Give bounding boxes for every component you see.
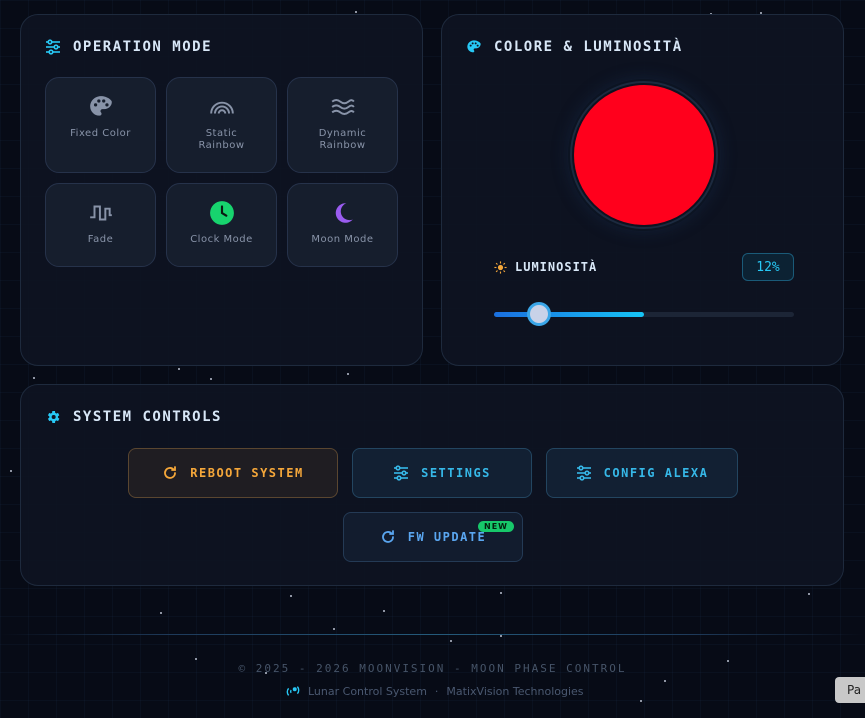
system-controls-title: SYSTEM CONTROLS (45, 409, 222, 425)
star (333, 628, 335, 630)
gear-icon (47, 411, 60, 423)
satellite-icon (286, 686, 300, 696)
new-badge: NEW (478, 521, 514, 532)
operation-mode-title-text: OPERATION MODE (73, 39, 213, 55)
config-alexa-button[interactable]: CONFIG ALEXA (546, 448, 738, 498)
mode-label: Moon Mode (311, 234, 374, 245)
star (355, 11, 357, 13)
system-controls-title-text: SYSTEM CONTROLS (73, 409, 222, 425)
mode-label: Static Rainbow (198, 128, 245, 151)
mode-label: Fade (87, 234, 114, 245)
operation-mode-title: OPERATION MODE (45, 39, 212, 55)
reboot-system-button[interactable]: REBOOT SYSTEM (128, 448, 338, 498)
reload-icon (164, 466, 177, 479)
copyright-text: © 2025 - 2026 MOONVISION - MOON PHASE CO… (238, 662, 627, 675)
clock-icon (209, 201, 234, 225)
color-brightness-title: COLORE & LUMINOSITÀ (466, 39, 683, 55)
brightness-slider-fill (494, 312, 644, 317)
rainbow-icon (209, 101, 234, 114)
star (808, 593, 810, 595)
company-name: MatixVision Technologies (446, 684, 584, 698)
star (664, 680, 666, 682)
mode-dynamic-rainbow[interactable]: Dynamic Rainbow (287, 77, 398, 173)
mode-label: Fixed Color (70, 128, 131, 139)
reload-icon (381, 530, 394, 543)
side-tab[interactable]: Pa (835, 677, 865, 703)
star (33, 377, 35, 379)
footer-divider (0, 634, 865, 635)
sliders-icon (46, 39, 60, 55)
star (10, 470, 12, 472)
color-picker[interactable] (570, 81, 718, 229)
mode-fixed-color[interactable]: Fixed Color (45, 77, 156, 173)
config-alexa-label: CONFIG ALEXA (603, 466, 709, 480)
mode-clock[interactable]: Clock Mode (166, 183, 277, 267)
operation-mode-card: OPERATION MODE Fixed Color Static Rainbo… (20, 14, 423, 366)
mode-fade[interactable]: Fade (45, 183, 156, 267)
mode-label: Dynamic Rainbow (318, 128, 367, 151)
moon-icon (335, 203, 353, 223)
system-name: Lunar Control System (308, 684, 427, 698)
brightness-label: LUMINOSITÀ (494, 260, 597, 274)
current-color-swatch[interactable] (574, 85, 714, 225)
settings-button[interactable]: SETTINGS (352, 448, 532, 498)
fw-update-button[interactable]: FW UPDATE NEW (343, 512, 523, 562)
sun-icon (494, 260, 507, 274)
waves-icon (331, 98, 355, 116)
settings-label: SETTINGS (421, 466, 491, 480)
star (500, 592, 502, 594)
star (210, 378, 212, 380)
star (500, 635, 502, 637)
star (450, 640, 452, 642)
credits-separator: · (434, 684, 439, 698)
palette-icon (89, 96, 112, 116)
star (160, 612, 162, 614)
color-brightness-title-text: COLORE & LUMINOSITÀ (494, 39, 683, 55)
brightness-slider[interactable] (494, 302, 794, 326)
star (290, 595, 292, 597)
color-brightness-card: COLORE & LUMINOSITÀ LUMINOSITÀ 12% (441, 14, 844, 366)
mode-static-rainbow[interactable]: Static Rainbow (166, 77, 277, 173)
system-controls-card: SYSTEM CONTROLS REBOOT SYSTEM SETTINGS C… (20, 384, 844, 586)
brightness-slider-thumb[interactable] (527, 302, 551, 326)
brightness-value: 12% (742, 253, 794, 281)
star (178, 368, 180, 370)
fw-update-label: FW UPDATE (407, 530, 487, 544)
mode-moon[interactable]: Moon Mode (287, 183, 398, 267)
mode-label: Clock Mode (190, 234, 253, 245)
star (383, 610, 385, 612)
brightness-label-text: LUMINOSITÀ (515, 260, 598, 274)
square-wave-icon (89, 205, 112, 221)
star (640, 700, 642, 702)
sliders-icon (394, 465, 409, 481)
palette-icon (467, 40, 481, 53)
star (195, 658, 197, 660)
sliders-icon (576, 465, 591, 481)
star (347, 373, 349, 375)
reboot-system-label: REBOOT SYSTEM (190, 466, 304, 480)
footer-credits: Lunar Control System · MatixVision Techn… (286, 684, 584, 698)
